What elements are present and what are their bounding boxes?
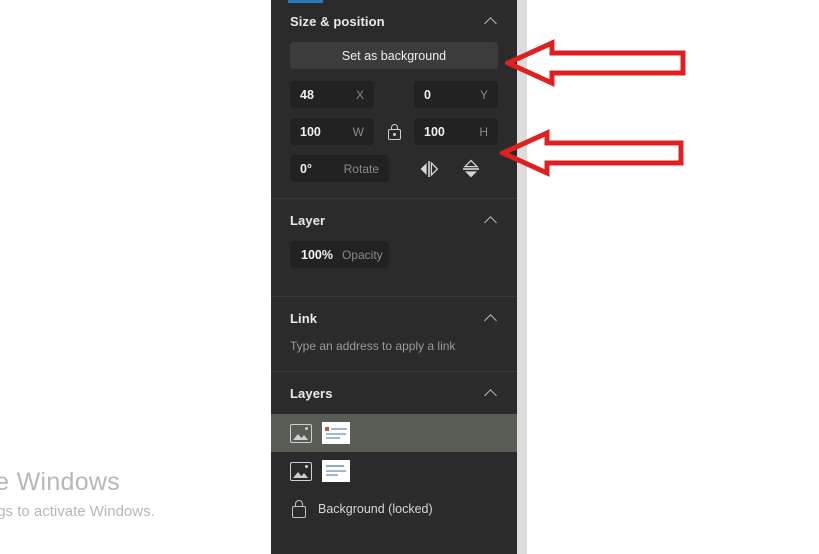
watermark-title: Activate Windows <box>0 468 121 496</box>
section-size-position: Size & position Set as background 48 X 0… <box>271 0 517 199</box>
x-position-input[interactable]: 48 X <box>290 81 374 108</box>
rotate-unit-label: Rotate <box>343 161 379 176</box>
y-unit-label: Y <box>479 87 488 102</box>
arrow-to-set-as-background <box>505 38 687 88</box>
section-title-layer: Layer <box>290 212 326 228</box>
size-field-row: 100 W 100 H <box>290 118 498 145</box>
chevron-up-icon[interactable] <box>484 14 498 28</box>
section-header-layer[interactable]: Layer <box>271 199 517 241</box>
chevron-up-icon[interactable] <box>484 311 498 325</box>
section-header-layers[interactable]: Layers <box>271 372 517 414</box>
flip-vertical-icon <box>463 159 479 177</box>
layer-thumbnail <box>322 460 350 482</box>
flip-horizontal-button[interactable] <box>417 157 441 181</box>
chevron-up-icon[interactable] <box>484 213 498 227</box>
section-link: Link Type an address to apply a link <box>271 297 517 372</box>
properties-panel: Size & position Set as background 48 X 0… <box>271 0 517 554</box>
width-value: 100 <box>300 124 321 139</box>
screen: Size & position Set as background 48 X 0… <box>0 0 819 554</box>
section-header-size-position[interactable]: Size & position <box>271 0 517 42</box>
image-icon <box>290 423 312 443</box>
section-layer: Layer 100% Opacity <box>271 199 517 297</box>
section-title-layers: Layers <box>290 385 333 401</box>
position-field-row: 48 X 0 Y <box>290 81 498 108</box>
set-as-background-button[interactable]: Set as background <box>290 42 498 69</box>
x-value: 48 <box>300 87 314 102</box>
chevron-up-icon[interactable] <box>484 386 498 400</box>
width-input[interactable]: 100 W <box>290 118 374 145</box>
lock-closed-icon <box>290 499 308 519</box>
flip-vertical-button[interactable] <box>459 157 483 181</box>
arrow-to-height-field <box>500 128 685 178</box>
rotate-field-row: 0° Rotate <box>290 155 498 182</box>
flip-horizontal-icon <box>420 160 439 177</box>
rotate-value: 0° <box>300 161 312 176</box>
opacity-input[interactable]: 100% Opacity <box>290 241 389 268</box>
layer-list-item-background[interactable]: Background (locked) <box>271 490 517 528</box>
set-as-background-label: Set as background <box>341 48 447 63</box>
x-unit-label: X <box>355 87 364 102</box>
section-header-link[interactable]: Link <box>271 297 517 339</box>
section-title-size-position: Size & position <box>290 13 385 29</box>
lock-closed-icon <box>387 123 402 140</box>
layer-list-item[interactable] <box>271 414 517 452</box>
rotate-input[interactable]: 0° Rotate <box>290 155 389 182</box>
link-hint-text: Type an address to apply a link <box>290 339 456 353</box>
y-position-input[interactable]: 0 Y <box>414 81 498 108</box>
height-value: 100 <box>424 124 445 139</box>
height-unit-label: H <box>479 124 488 139</box>
opacity-label: Opacity <box>341 247 383 262</box>
aspect-ratio-lock-button[interactable] <box>374 123 414 140</box>
y-value: 0 <box>424 87 431 102</box>
layer-list-item[interactable] <box>271 452 517 490</box>
layers-list: Background (locked) <box>271 414 517 528</box>
image-icon <box>290 461 312 481</box>
layer-name-background: Background (locked) <box>318 502 433 516</box>
width-unit-label: W <box>352 124 364 139</box>
opacity-value: 100% <box>301 247 333 262</box>
active-tab-indicator <box>288 0 323 3</box>
watermark-subtitle: Go to Settings to activate Windows. <box>0 503 155 520</box>
height-input[interactable]: 100 H <box>414 118 498 145</box>
section-title-link: Link <box>290 310 318 326</box>
layer-thumbnail <box>322 422 350 444</box>
section-layers: Layers Background (locked) <box>271 372 517 528</box>
